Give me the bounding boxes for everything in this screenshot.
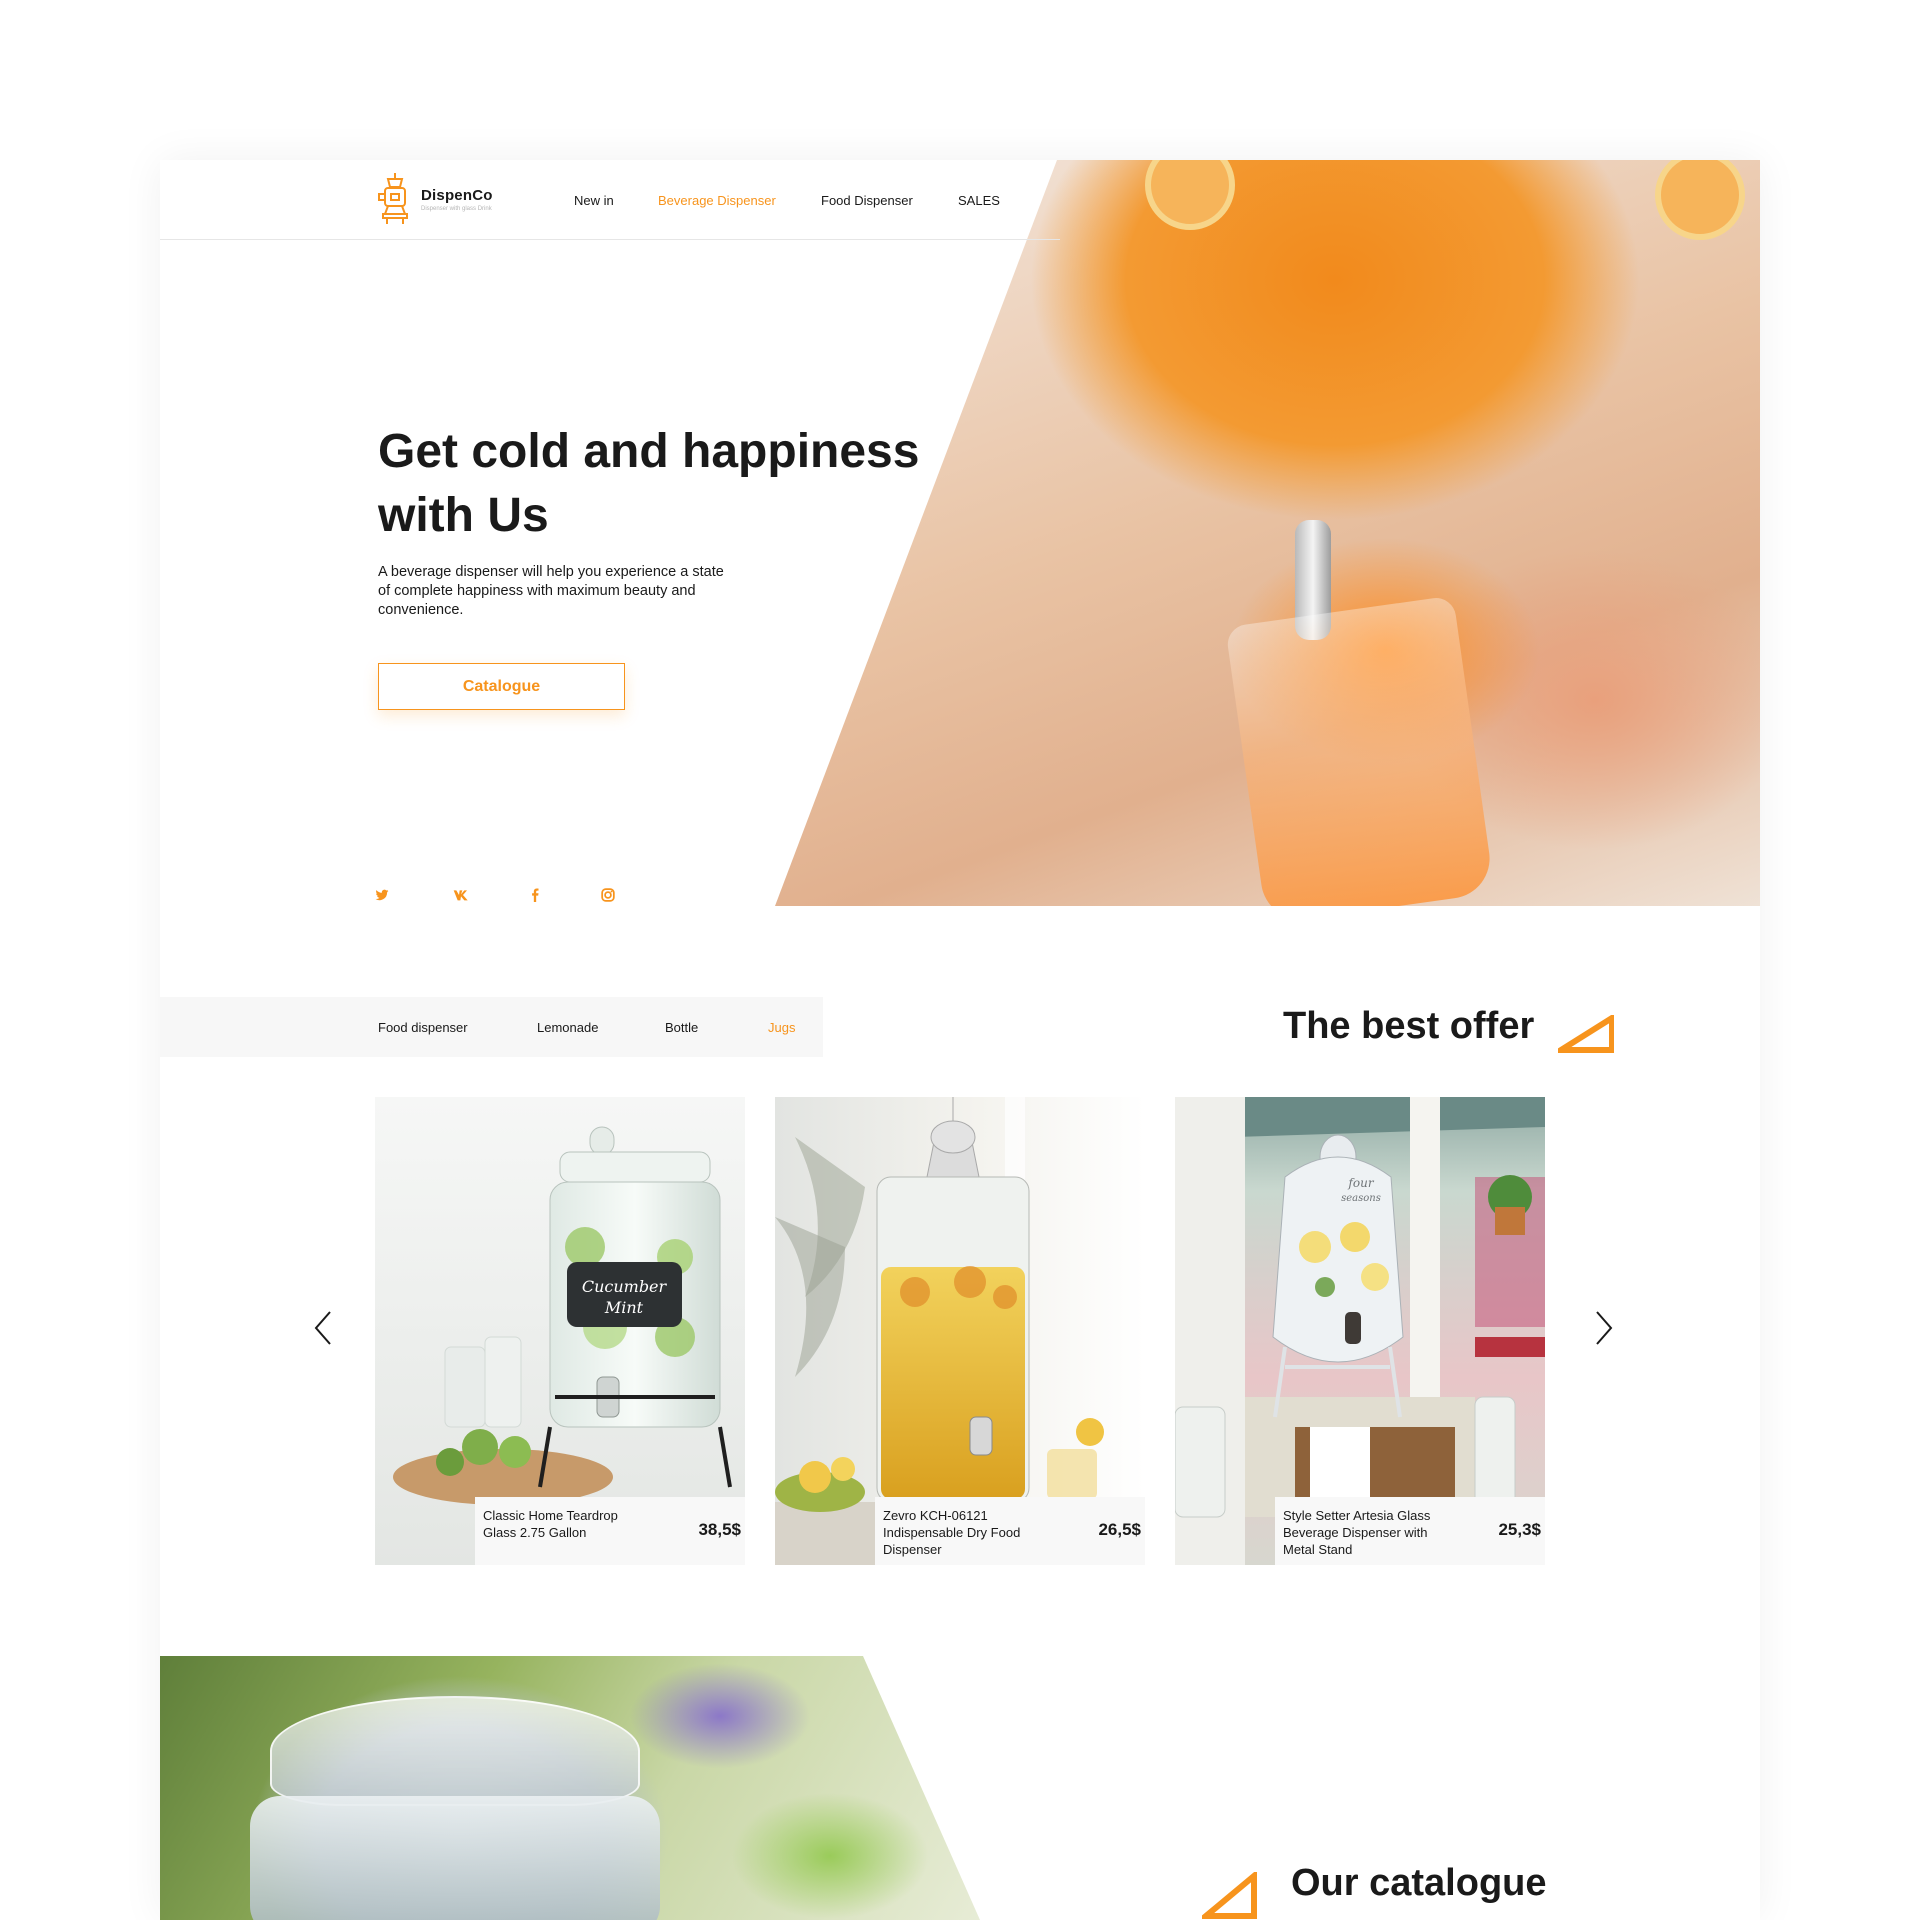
triangle-accent-icon — [1558, 1015, 1614, 1053]
triangle-accent-icon — [1202, 1872, 1257, 1919]
nav-new-in[interactable]: New in — [574, 193, 614, 208]
catalogue-image — [160, 1656, 980, 1920]
product-info: Classic Home Teardrop Glass 2.75 Gallon … — [475, 1497, 745, 1565]
product-card[interactable]: four seasons Style Setter Artesia Glass … — [1175, 1097, 1545, 1565]
product-name-line: Glass 2.75 Gallon — [483, 1525, 587, 1540]
brand-tagline: Dispenser with glass Drink — [421, 205, 492, 212]
tab-bottle[interactable]: Bottle — [665, 1020, 698, 1035]
best-offer-title: The best offer — [1283, 1005, 1535, 1047]
product-name-line: Style Setter Artesia Glass — [1283, 1508, 1431, 1523]
jar-lid-image — [270, 1696, 640, 1806]
product-name: Zevro KCH-06121 Indispensable Dry Food D… — [883, 1507, 1043, 1558]
samovar-logo-icon — [378, 173, 408, 224]
instagram-icon[interactable] — [601, 888, 615, 902]
hero-title: Get cold and happiness with Us — [378, 420, 938, 548]
product-name-line: Zevro KCH-06121 — [883, 1508, 988, 1523]
twitter-icon[interactable] — [375, 888, 389, 902]
page: DispenCo Dispenser with glass Drink New … — [160, 160, 1760, 1920]
product-price: 25,3$ — [1498, 1520, 1541, 1539]
hero-description-line: A beverage dispenser will help you exper… — [378, 564, 724, 580]
nav-food-dispenser[interactable]: Food Dispenser — [821, 193, 913, 208]
nav-sales[interactable]: SALES — [958, 193, 1000, 208]
svg-text:seasons: seasons — [1341, 1193, 1381, 1204]
catalogue-button[interactable]: Catalogue — [378, 663, 625, 710]
hero-description-line: of complete happiness with maximum beaut… — [378, 583, 696, 599]
product-image: Cucumber Mint — [375, 1097, 745, 1565]
tab-lemonade[interactable]: Lemonade — [537, 1020, 598, 1035]
header: DispenCo Dispenser with glass Drink New … — [160, 160, 1060, 240]
tab-food-dispenser[interactable]: Food dispenser — [378, 1020, 468, 1035]
lemon-slice — [1655, 160, 1745, 240]
product-card[interactable]: Cucumber Mint Classic Home Teardrop Glas… — [375, 1097, 745, 1565]
product-info: Zevro KCH-06121 Indispensable Dry Food D… — [875, 1497, 1145, 1565]
product-name-line: Indispensable Dry Food — [883, 1525, 1021, 1540]
tab-jugs[interactable]: Jugs — [768, 1020, 795, 1035]
chevron-left-icon[interactable] — [310, 1308, 338, 1348]
chevron-right-icon[interactable] — [1589, 1308, 1617, 1348]
product-price: 38,5$ — [698, 1520, 741, 1539]
jar-body-image — [250, 1796, 660, 1920]
hero-title-line: Get cold and happiness — [378, 425, 920, 478]
product-price: 26,5$ — [1098, 1520, 1141, 1539]
hero-description: A beverage dispenser will help you exper… — [378, 563, 773, 620]
brand-name: DispenCo — [421, 186, 493, 204]
svg-text:Cucumber: Cucumber — [582, 1277, 668, 1296]
product-name: Style Setter Artesia Glass Beverage Disp… — [1283, 1507, 1453, 1558]
product-name-line: Metal Stand — [1283, 1542, 1353, 1557]
product-name-line: Dispenser — [883, 1542, 942, 1557]
cup-image — [1225, 595, 1495, 906]
product-name: Classic Home Teardrop Glass 2.75 Gallon — [483, 1507, 643, 1541]
filter-tabs: Food dispenser Lemonade Bottle Jugs — [160, 997, 823, 1057]
hero-title-line: with Us — [378, 489, 549, 542]
product-name-line: Classic Home Teardrop — [483, 1508, 618, 1523]
product-card[interactable]: Zevro KCH-06121 Indispensable Dry Food D… — [775, 1097, 1145, 1565]
product-image: four seasons — [1175, 1097, 1545, 1565]
svg-text:Mint: Mint — [604, 1298, 644, 1317]
lemon-slice — [1145, 160, 1235, 230]
product-info: Style Setter Artesia Glass Beverage Disp… — [1275, 1497, 1545, 1565]
hero-description-line: convenience. — [378, 602, 464, 618]
logo[interactable]: DispenCo Dispenser with glass Drink — [375, 170, 493, 228]
nav-beverage-dispenser[interactable]: Beverage Dispenser — [658, 193, 776, 208]
product-name-line: Beverage Dispenser with — [1283, 1525, 1428, 1540]
our-catalogue-title: Our catalogue — [1291, 1862, 1547, 1904]
svg-text:four: four — [1347, 1176, 1374, 1190]
facebook-icon[interactable] — [530, 888, 540, 902]
product-image — [775, 1097, 1145, 1565]
vk-icon[interactable] — [453, 888, 469, 902]
